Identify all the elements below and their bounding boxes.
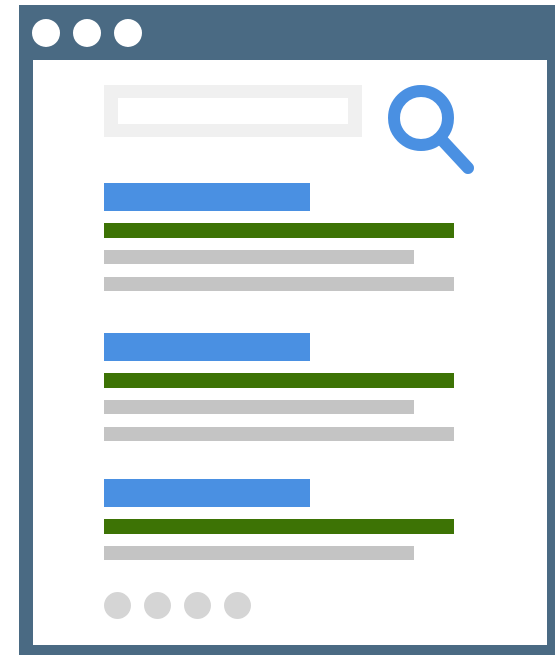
pagination-dot[interactable] <box>144 592 171 619</box>
result-url <box>104 519 454 534</box>
window-control-dot[interactable] <box>114 19 142 47</box>
search-icon-handle <box>436 134 474 174</box>
result-snippet-line <box>104 546 414 560</box>
browser-window <box>19 5 555 655</box>
result-snippet-line <box>104 427 454 441</box>
search-input[interactable] <box>118 98 348 124</box>
result-url <box>104 373 454 388</box>
result-title-link[interactable] <box>104 333 310 361</box>
result-snippet-line <box>104 277 454 291</box>
search-icon[interactable] <box>385 82 477 178</box>
result-title-link[interactable] <box>104 183 310 211</box>
pagination-dot[interactable] <box>224 592 251 619</box>
result-snippet-line <box>104 400 414 414</box>
window-control-dot[interactable] <box>32 19 60 47</box>
result-title-link[interactable] <box>104 479 310 507</box>
page <box>0 0 555 655</box>
window-control-dot[interactable] <box>73 19 101 47</box>
pagination-dot[interactable] <box>104 592 131 619</box>
result-snippet-line <box>104 250 414 264</box>
search-results-page <box>33 60 547 645</box>
pagination-dot[interactable] <box>184 592 211 619</box>
result-url <box>104 223 454 238</box>
search-box[interactable] <box>104 85 362 137</box>
